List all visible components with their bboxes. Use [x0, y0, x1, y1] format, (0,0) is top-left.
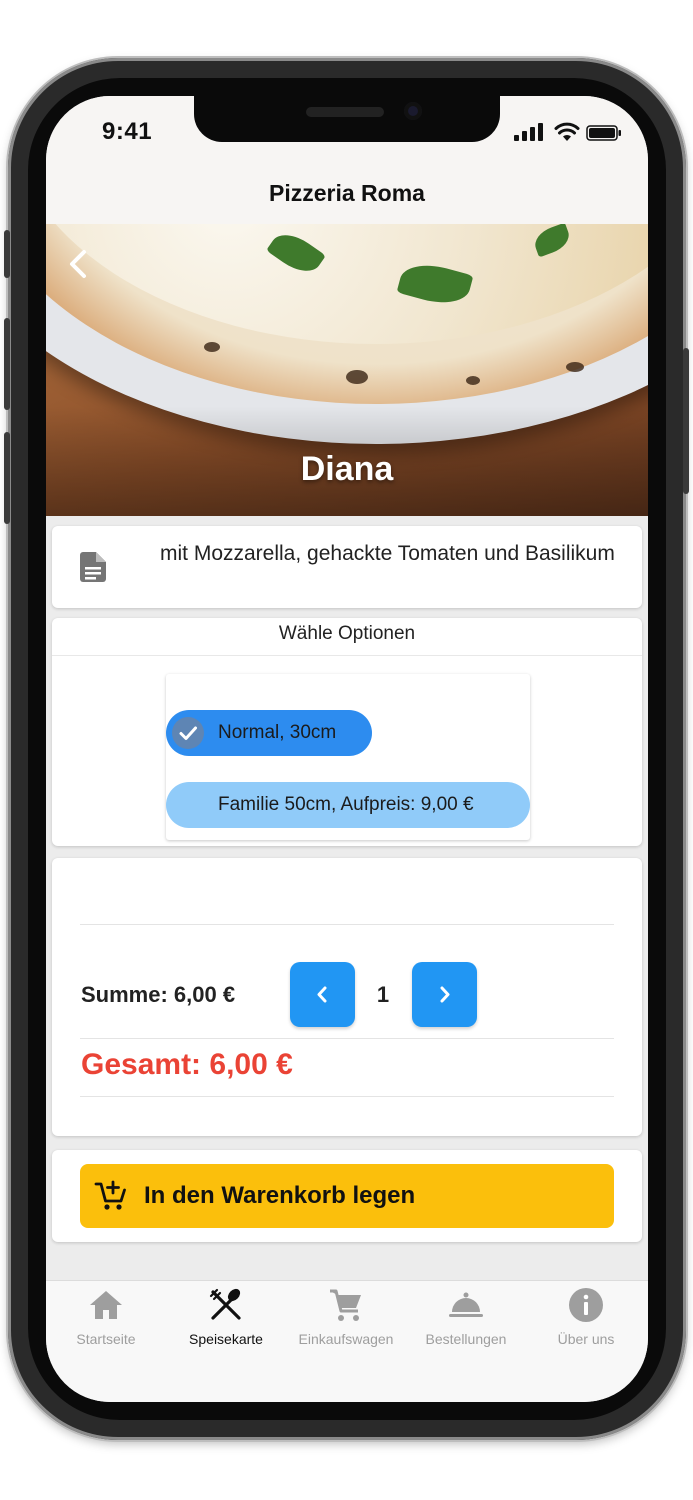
chevron-right-icon: [440, 986, 450, 1003]
option-chip-family[interactable]: Familie 50cm, Aufpreis: 9,00 €: [166, 782, 530, 828]
power-button: [683, 348, 689, 494]
add-shopping-cart-icon: [94, 1180, 126, 1210]
tab-label: Über uns: [557, 1331, 615, 1347]
increase-quantity-button[interactable]: [412, 962, 477, 1027]
home-icon: [90, 1291, 122, 1319]
tab-label: Einkaufswagen: [298, 1331, 394, 1347]
option-chip-normal[interactable]: Normal, 30cm: [166, 710, 372, 756]
utensils-icon: [209, 1288, 241, 1320]
speaker-grille: [306, 107, 384, 117]
notch: [194, 96, 500, 142]
divider: [80, 1038, 614, 1039]
cart-icon: [330, 1289, 361, 1321]
mute-switch: [4, 230, 10, 278]
options-card: Wähle Optionen Normal, 30cm Familie 50cm…: [52, 618, 642, 846]
options-header: Wähle Optionen: [52, 618, 642, 656]
wifi-icon: [554, 122, 580, 141]
description-card: mit Mozzarella, gehackte Tomaten und Bas…: [52, 526, 642, 608]
battery-icon: [586, 125, 621, 141]
crust-char: [346, 370, 368, 384]
cellular-signal-icon: [514, 123, 543, 141]
volume-up-button: [4, 318, 10, 410]
dish-title: Diana: [300, 450, 394, 488]
sum-label: Summe: 6,00 €: [81, 982, 236, 1007]
add-to-cart-card: In den Warenkorb legen: [52, 1150, 642, 1242]
tab-einkaufswagen[interactable]: Einkaufswagen: [286, 1281, 406, 1361]
crust-char: [566, 362, 584, 372]
quantity-value: 1: [376, 982, 390, 1007]
divider: [80, 1096, 614, 1097]
tab-ueber-uns[interactable]: Über uns: [526, 1281, 646, 1361]
volume-down-button: [4, 432, 10, 524]
front-camera: [404, 102, 422, 120]
tab-bestellungen[interactable]: Bestellungen: [406, 1281, 526, 1361]
tab-label: Startseite: [76, 1331, 136, 1347]
tab-label: Bestellungen: [425, 1331, 507, 1347]
options-list: Normal, 30cm Familie 50cm, Aufpreis: 9,0…: [166, 674, 530, 840]
chevron-left-icon: [317, 986, 327, 1003]
divider: [80, 924, 614, 925]
add-to-cart-button[interactable]: In den Warenkorb legen: [80, 1164, 614, 1228]
status-time: 9:41: [102, 118, 153, 145]
summary-card: Summe: 6,00 € 1 Gesamt: 6,00 €: [52, 858, 642, 1136]
decrease-quantity-button[interactable]: [290, 962, 355, 1027]
tab-speisekarte[interactable]: Speisekarte: [166, 1281, 286, 1361]
check-icon: [172, 717, 204, 749]
navigation-bar: Pizzeria Roma: [46, 178, 648, 224]
option-label: Normal, 30cm: [218, 722, 337, 743]
tab-label: Speisekarte: [189, 1331, 263, 1347]
add-to-cart-label: In den Warenkorb legen: [144, 1182, 416, 1209]
tab-startseite[interactable]: Startseite: [46, 1281, 166, 1361]
pizza-hero-image: Diana: [46, 224, 648, 516]
cloche-icon: [449, 1292, 483, 1317]
tab-bar: Startseite Speisekarte Einkaufswagen Bes…: [46, 1280, 648, 1402]
option-label: Familie 50cm, Aufpreis: 9,00 €: [218, 794, 474, 815]
page-title: Pizzeria Roma: [269, 180, 425, 206]
total-label: Gesamt: 6,00 €: [81, 1048, 293, 1081]
dish-description: mit Mozzarella, gehackte Tomaten und Bas…: [160, 542, 615, 565]
crust-char: [466, 376, 480, 385]
screen: 9:41 Pizzeria Roma Diana mit Mozzarella,…: [46, 96, 648, 1402]
crust-char: [204, 342, 220, 352]
back-chevron-icon[interactable]: [64, 246, 92, 282]
document-icon: [80, 552, 106, 582]
info-icon: [569, 1288, 603, 1322]
